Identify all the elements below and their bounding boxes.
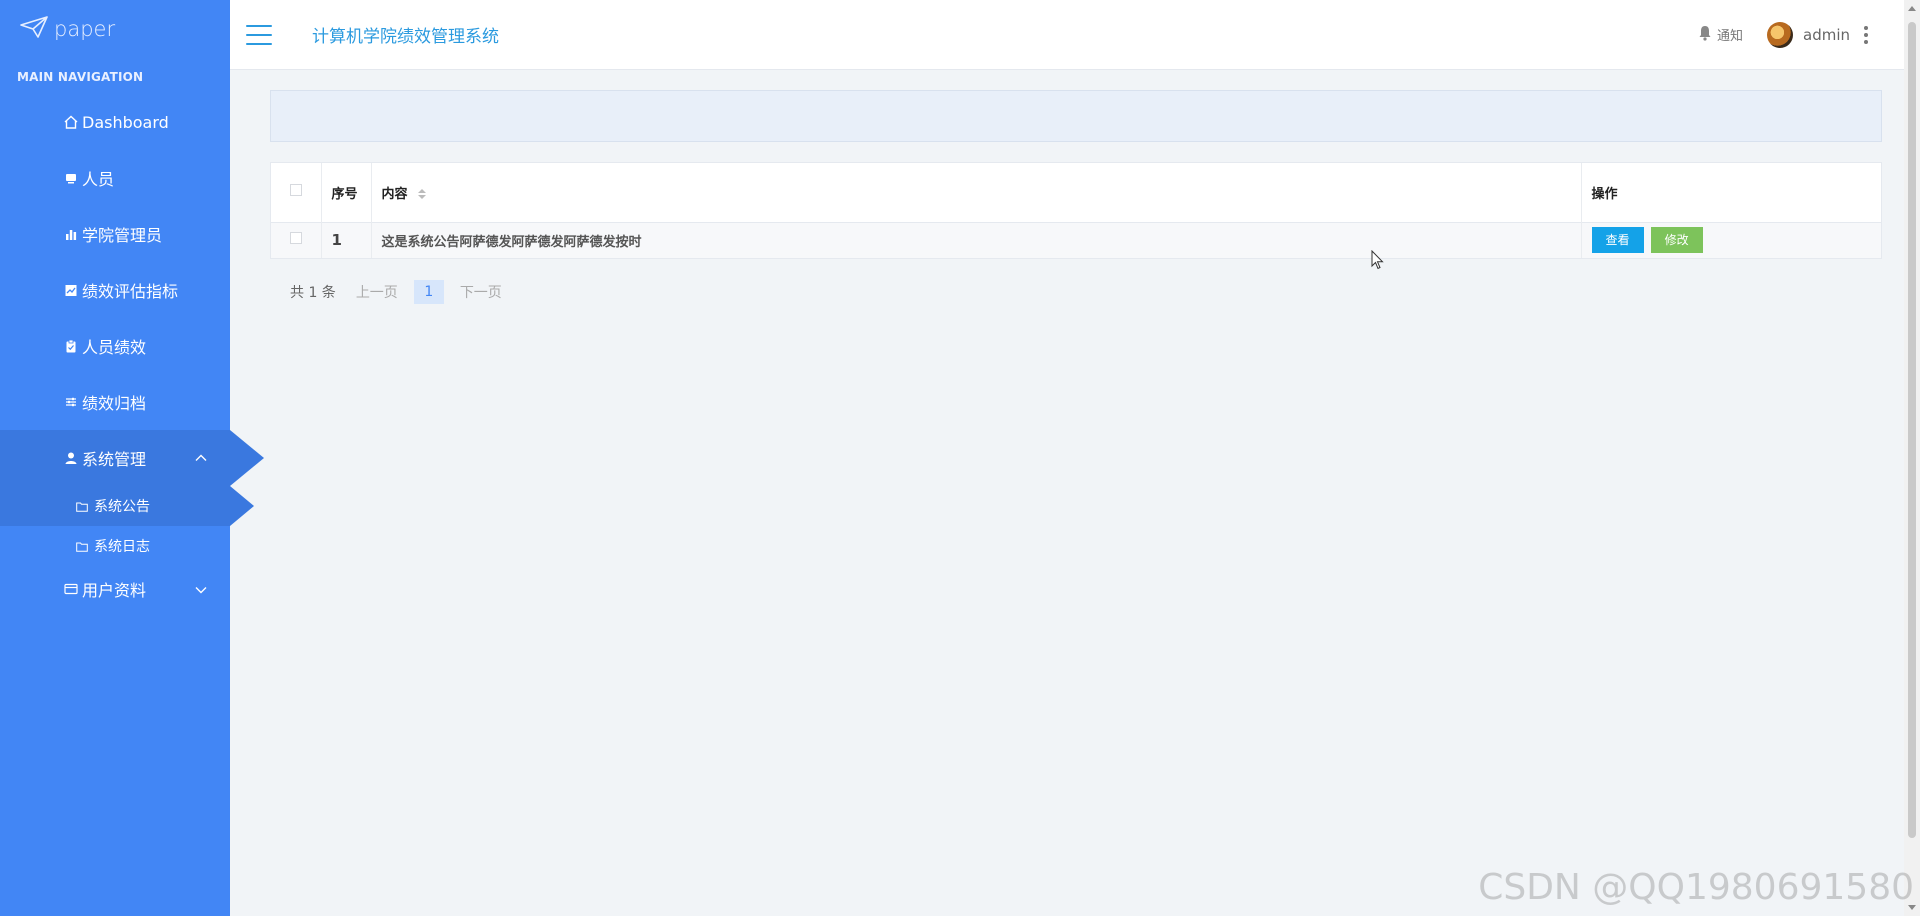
- sliders-icon: [64, 395, 78, 409]
- folder-icon: [76, 541, 88, 552]
- mouse-cursor-icon: [1371, 249, 1385, 274]
- column-header-content[interactable]: 内容: [371, 163, 1582, 222]
- clipboard-icon: [64, 339, 78, 353]
- monitor-icon: [64, 171, 78, 185]
- sidebar-item-label: 用户资料: [82, 581, 147, 600]
- paper-plane-icon: [20, 16, 48, 42]
- announcement-table: 序号 内容 操作 1 这是系统公告阿萨德发阿萨德发阿萨德发按时 查看 修改: [270, 162, 1882, 259]
- brand[interactable]: paper: [0, 0, 230, 58]
- edit-button[interactable]: 修改: [1650, 227, 1703, 254]
- bell-icon: [1698, 25, 1712, 45]
- sidebar-item-indicators[interactable]: 绩效评估指标: [0, 262, 230, 318]
- sidebar-item-label: Dashboard: [82, 112, 169, 132]
- sidebar-item-system-management[interactable]: 系统管理: [0, 430, 264, 486]
- sidebar-item-label: 人员: [82, 170, 115, 189]
- page-scrollbar[interactable]: [1904, 0, 1920, 916]
- sidebar-item-label: 学院管理员: [82, 226, 163, 245]
- sidebar: paper MAIN NAVIGATION Dashboard 人员 学院管理员…: [0, 0, 264, 916]
- sidebar-item-archive[interactable]: 绩效归档: [0, 374, 230, 430]
- folder-icon: [76, 501, 88, 512]
- row-no: 1: [321, 222, 372, 258]
- sidebar-subitem-label: 系统公告: [94, 499, 150, 515]
- line-chart-icon: [64, 283, 78, 297]
- sidebar-subitem-announcements[interactable]: 系统公告: [0, 486, 254, 526]
- notification-label: 通知: [1716, 29, 1743, 44]
- nav-header: MAIN NAVIGATION: [17, 70, 144, 84]
- sidebar-item-college-admin[interactable]: 学院管理员: [0, 206, 230, 262]
- sidebar-item-label: 人员绩效: [82, 338, 147, 357]
- home-icon: [64, 115, 78, 129]
- view-button[interactable]: 查看: [1591, 227, 1644, 254]
- row-checkbox[interactable]: [289, 232, 302, 245]
- scrollbar-thumb[interactable]: [1908, 22, 1916, 838]
- app-title: 计算机学院绩效管理系统: [312, 27, 499, 47]
- sidebar-item-staff[interactable]: 人员: [0, 150, 230, 206]
- column-header-action: 操作: [1591, 186, 1618, 202]
- filter-bar: [270, 90, 1882, 142]
- column-header-no: 序号: [321, 163, 372, 222]
- next-page-button[interactable]: 下一页: [460, 282, 502, 302]
- avatar[interactable]: [1767, 21, 1793, 48]
- chevron-up-icon[interactable]: [194, 450, 208, 469]
- sidebar-item-dashboard[interactable]: Dashboard: [0, 94, 230, 150]
- sidebar-item-staff-performance[interactable]: 人员绩效: [0, 318, 230, 374]
- top-header: 计算机学院绩效管理系统 通知 admin: [230, 0, 1904, 70]
- table-row: 1 这是系统公告阿萨德发阿萨德发阿萨德发按时 查看 修改: [271, 222, 1881, 258]
- sidebar-item-label: 绩效评估指标: [82, 282, 179, 301]
- brand-name: paper: [54, 17, 116, 41]
- user-icon: [64, 451, 78, 465]
- table-header-row: 序号 内容 操作: [271, 163, 1881, 222]
- watermark: CSDN @QQ1980691580: [1478, 867, 1914, 908]
- pagination-total: 共 1 条: [290, 285, 336, 301]
- prev-page-button[interactable]: 上一页: [356, 282, 398, 302]
- page-number-button[interactable]: 1: [413, 280, 444, 304]
- sidebar-subitem-label: 系统日志: [94, 539, 150, 555]
- sort-icon[interactable]: [418, 189, 427, 200]
- sidebar-item-label: 系统管理: [82, 450, 147, 469]
- user-name[interactable]: admin: [1803, 26, 1850, 44]
- sidebar-item-label: 绩效归档: [82, 394, 147, 413]
- menu-toggle-icon[interactable]: [246, 24, 272, 45]
- bar-chart-icon: [64, 227, 78, 241]
- pagination: 共 1 条 上一页 1 下一页: [290, 280, 502, 304]
- column-header-content-label: 内容: [381, 186, 408, 202]
- select-all-checkbox[interactable]: [289, 184, 302, 197]
- sidebar-subitem-logs[interactable]: 系统日志: [0, 526, 230, 566]
- sidebar-item-user-profile[interactable]: 用户资料: [0, 566, 230, 612]
- more-options-icon[interactable]: [1864, 25, 1868, 44]
- row-content: 这是系统公告阿萨德发阿萨德发阿萨德发按时: [371, 222, 1582, 258]
- card-icon: [64, 582, 78, 596]
- notification-button[interactable]: 通知: [1698, 25, 1743, 45]
- scroll-up-icon[interactable]: [1908, 6, 1916, 11]
- chevron-down-icon[interactable]: [194, 582, 208, 601]
